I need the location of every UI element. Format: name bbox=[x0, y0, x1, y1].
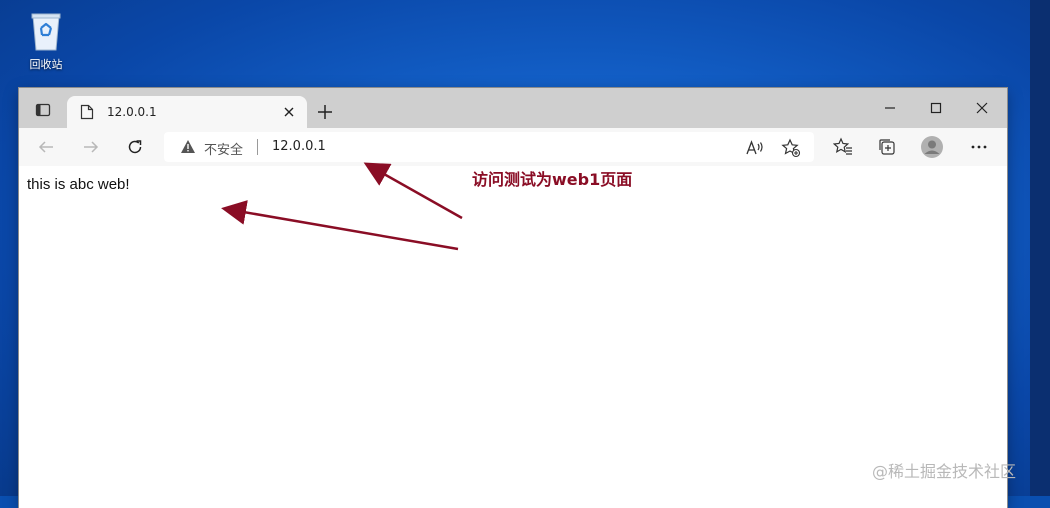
recycle-bin-label: 回收站 bbox=[29, 58, 63, 71]
browser-window: 12.0.0.1 不安全 12.0.0.1 this is abc web! bbox=[19, 88, 1007, 508]
desktop-edge bbox=[1030, 0, 1050, 496]
recycle-bin[interactable]: 回收站 bbox=[20, 8, 72, 72]
annotation-label: 访问测试为web1页面 bbox=[472, 170, 633, 189]
page-content: this is abc web! bbox=[19, 166, 1007, 508]
address-divider bbox=[257, 139, 258, 155]
maximize-icon[interactable] bbox=[913, 88, 959, 128]
forward-icon[interactable] bbox=[76, 132, 106, 162]
back-icon[interactable] bbox=[31, 132, 61, 162]
tab-actions-icon[interactable] bbox=[29, 96, 57, 124]
more-icon[interactable] bbox=[964, 132, 994, 162]
warning-icon[interactable] bbox=[180, 139, 196, 158]
tab-close-icon[interactable] bbox=[275, 98, 303, 126]
favorites-icon[interactable] bbox=[828, 132, 858, 162]
recycle-bin-icon bbox=[29, 8, 63, 52]
watermark: @稀土掘金技术社区 bbox=[872, 462, 1017, 481]
page-body-text: this is abc web! bbox=[27, 176, 130, 193]
url-text[interactable]: 12.0.0.1 bbox=[272, 139, 326, 154]
navigation-toolbar: 不安全 12.0.0.1 bbox=[19, 128, 1007, 167]
add-favorite-icon[interactable] bbox=[780, 137, 802, 159]
refresh-icon[interactable] bbox=[120, 132, 150, 162]
tab-title: 12.0.0.1 bbox=[107, 105, 157, 119]
page-icon bbox=[79, 104, 95, 120]
read-aloud-icon[interactable] bbox=[744, 137, 766, 159]
close-window-icon[interactable] bbox=[959, 88, 1005, 128]
tab-active[interactable]: 12.0.0.1 bbox=[67, 96, 307, 128]
collections-icon[interactable] bbox=[872, 132, 902, 162]
new-tab-icon[interactable] bbox=[311, 98, 339, 126]
profile-icon[interactable] bbox=[917, 132, 947, 162]
security-label: 不安全 bbox=[204, 143, 244, 158]
minimize-icon[interactable] bbox=[867, 88, 913, 128]
tab-strip: 12.0.0.1 bbox=[19, 88, 1007, 128]
address-bar[interactable]: 不安全 12.0.0.1 bbox=[164, 132, 814, 162]
